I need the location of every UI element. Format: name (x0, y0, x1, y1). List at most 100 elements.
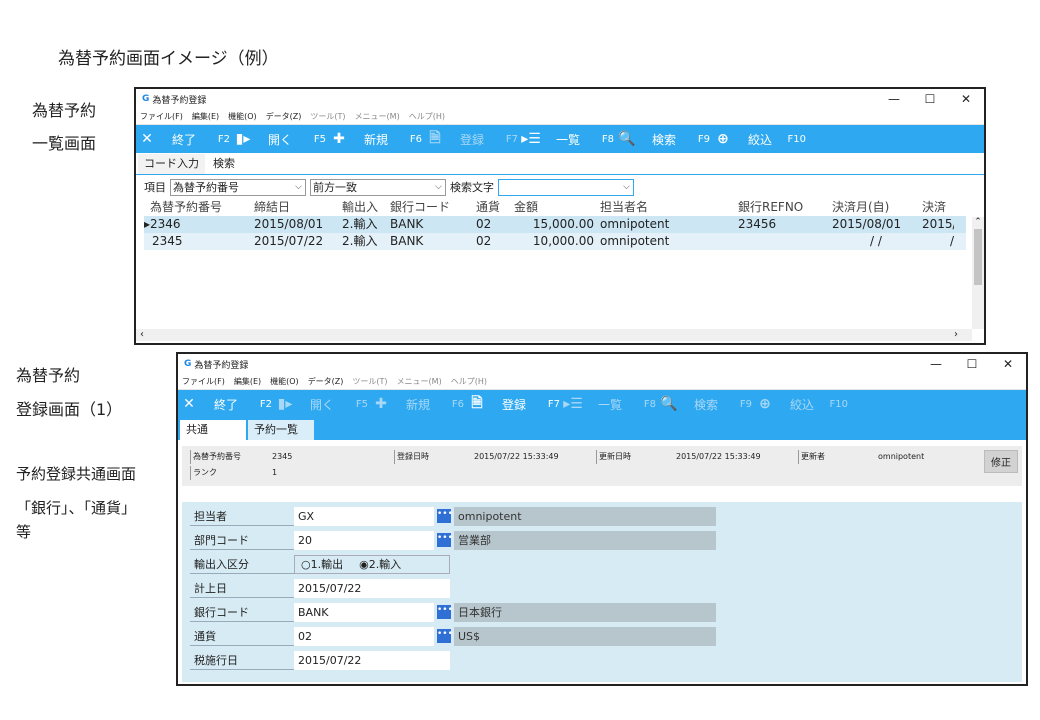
tax-label: 税施行日 (190, 650, 294, 670)
tab-reservation-list[interactable]: 予約一覧 (248, 420, 314, 440)
close-icon: ✕ (183, 396, 195, 412)
tanto-name: omnipotent (454, 506, 716, 526)
open-button[interactable]: ▮▸ 開く F5 (232, 125, 328, 153)
register-window: G 為替予約登録 — ☐ ✕ ファイル(F) 編集(E) 機能(O) データ(Z… (176, 352, 1028, 686)
yushutsu-label: 輸出入区分 (190, 554, 294, 574)
item-select[interactable]: 為替予約番号 ⌵ (170, 178, 306, 196)
currency-input[interactable]: 02 (294, 626, 434, 646)
menu-help[interactable]: ヘルプ(H) (451, 376, 487, 387)
form-row-currency: 通貨 02 ••• US$ (190, 626, 716, 646)
keijo-date-input[interactable]: 2015/07/22 (294, 578, 450, 598)
menu-bar: ファイル(F) 編集(E) 機能(O) データ(Z) ツール(T) メニュー(M… (178, 374, 1026, 390)
list-button[interactable]: ▸☰ 一覧 F8 (520, 125, 616, 153)
list-icon: ▸☰ (563, 396, 583, 412)
exit-button[interactable]: ✕ 終了 F2 (178, 390, 274, 418)
result-grid: 為替予約番号 締結日 輸出入 銀行コード 通貨 金額 担当者名 銀行REFNO … (144, 199, 984, 250)
list-tabs: コード入力 検索 (136, 153, 984, 175)
narrow-button[interactable]: ⊕ 絞込 F10 (712, 125, 808, 153)
narrow-button[interactable]: ⊕ 絞込 F10 (754, 390, 850, 418)
col-header[interactable]: 銀行コード (388, 199, 474, 216)
chevron-down-icon: ⌵ (435, 181, 442, 192)
tab-common[interactable]: 共通 (180, 420, 246, 440)
lookup-bank-button[interactable]: ••• (437, 605, 453, 619)
menu-menu[interactable]: メニュー(M) (397, 376, 442, 387)
minimize-button[interactable]: — (918, 354, 954, 374)
search-button[interactable]: 🔍 検索 F9 (658, 390, 754, 418)
match-select[interactable]: 前方一致 ⌵ (310, 178, 446, 196)
scroll-up-icon: ⌃ (974, 217, 982, 227)
menu-file[interactable]: ファイル(F) (140, 111, 183, 122)
list-label-2: 一覧画面 (32, 134, 97, 153)
bank-input[interactable]: BANK (294, 602, 434, 622)
maximize-button[interactable]: ☐ (912, 89, 948, 109)
info-no-value: 2345 (272, 452, 293, 461)
col-header[interactable]: 為替予約番号 (144, 199, 252, 216)
maximize-button[interactable]: ☐ (954, 354, 990, 374)
info-user-label: 更新者 (798, 450, 825, 464)
tab-search[interactable]: 検索 (207, 154, 241, 174)
new-button[interactable]: ✚ 新規 F6 (328, 125, 424, 153)
col-header[interactable]: 輸出入 (340, 199, 388, 216)
menu-data[interactable]: データ(Z) (308, 376, 344, 387)
col-header[interactable]: 決済月(自) (830, 199, 920, 216)
list-icon: ▸☰ (521, 131, 541, 147)
common-form: 担当者 GX ••• omnipotent 部門コード 20 ••• 営業部 輸… (182, 502, 1022, 682)
menu-tools[interactable]: ツール(T) (352, 376, 387, 387)
plus-icon: ✚ (333, 131, 345, 147)
menu-help[interactable]: ヘルプ(H) (409, 111, 445, 122)
keijo-label: 計上日 (190, 578, 294, 598)
menu-function[interactable]: 機能(O) (270, 376, 299, 387)
vertical-scrollbar[interactable]: ⌃ (972, 217, 984, 329)
table-row[interactable]: 2345 2015/07/22 2.輸入 BANK 02 10,000.00 o… (144, 233, 966, 250)
lookup-bumon-button[interactable]: ••• (437, 533, 453, 547)
search-button[interactable]: 🔍 検索 F9 (616, 125, 712, 153)
table-row[interactable]: ▸2346 2015/08/01 2.輸入 BANK 02 15,000.00 … (144, 216, 966, 233)
tab-code-input[interactable]: コード入力 (138, 154, 205, 174)
menu-edit[interactable]: 編集(E) (234, 376, 261, 387)
lookup-tanto-button[interactable]: ••• (437, 509, 453, 523)
menu-menu[interactable]: メニュー(M) (355, 111, 400, 122)
chevron-down-icon: ⌵ (623, 181, 630, 192)
radio-export[interactable]: ○1.輸出 (301, 556, 343, 572)
menu-tools[interactable]: ツール(T) (310, 111, 345, 122)
col-header[interactable]: 銀行REFNO (736, 199, 830, 216)
info-reg-label: 登録日時 (394, 450, 429, 464)
bumon-input[interactable]: 20 (294, 530, 434, 550)
close-button[interactable]: ✕ (990, 354, 1026, 374)
col-header[interactable]: 決済 (920, 199, 954, 216)
bumon-label: 部門コード (190, 530, 294, 550)
edit-button[interactable]: 修正 (984, 450, 1018, 473)
col-header[interactable]: 金額 (512, 199, 598, 216)
col-header[interactable]: 締結日 (252, 199, 340, 216)
list-button[interactable]: ▸☰ 一覧 F8 (562, 390, 658, 418)
minimize-button[interactable]: — (876, 89, 912, 109)
radio-import[interactable]: ◉2.輸入 (359, 556, 401, 572)
tax-date-input[interactable]: 2015/07/22 (294, 650, 450, 670)
menu-data[interactable]: データ(Z) (266, 111, 302, 122)
chevron-down-icon: ⌵ (295, 181, 302, 192)
register-button[interactable]: 🗎 登録 F7 (466, 390, 562, 418)
tanto-input[interactable]: GX (294, 506, 434, 526)
horizontal-scrollbar[interactable]: ‹ › (136, 329, 972, 341)
search-icon: 🔍 (660, 396, 678, 412)
scroll-right-icon: › (954, 329, 958, 340)
form-row-keijo: 計上日 2015/07/22 (190, 578, 450, 598)
currency-label: 通貨 (190, 626, 294, 646)
close-button[interactable]: ✕ (948, 89, 984, 109)
window-title: 為替予約登録 (152, 95, 207, 106)
menu-function[interactable]: 機能(O) (228, 111, 257, 122)
search-text-input[interactable]: ⌵ (498, 178, 634, 196)
app-icon: G (142, 94, 150, 104)
exit-button[interactable]: ✕ 終了 F2 (136, 125, 232, 153)
col-header[interactable]: 担当者名 (598, 199, 736, 216)
register-button[interactable]: 🗎 登録 F7 (424, 125, 520, 153)
scroll-thumb[interactable] (974, 229, 982, 285)
open-button[interactable]: ▮▸ 開く F5 (274, 390, 370, 418)
menu-edit[interactable]: 編集(E) (192, 111, 219, 122)
menu-file[interactable]: ファイル(F) (182, 376, 225, 387)
col-header[interactable]: 通貨 (474, 199, 512, 216)
reg-label-2: 登録画面（1） (16, 400, 123, 419)
lookup-currency-button[interactable]: ••• (437, 629, 453, 643)
new-button[interactable]: ✚ 新規 F6 (370, 390, 466, 418)
toolbar: ✕ 終了 F2 ▮▸ 開く F5 ✚ 新規 F6 🗎 登録 F7 ▸☰ 一覧 F8 🔍 検索 F9 ⊕ 絞… (136, 125, 984, 153)
